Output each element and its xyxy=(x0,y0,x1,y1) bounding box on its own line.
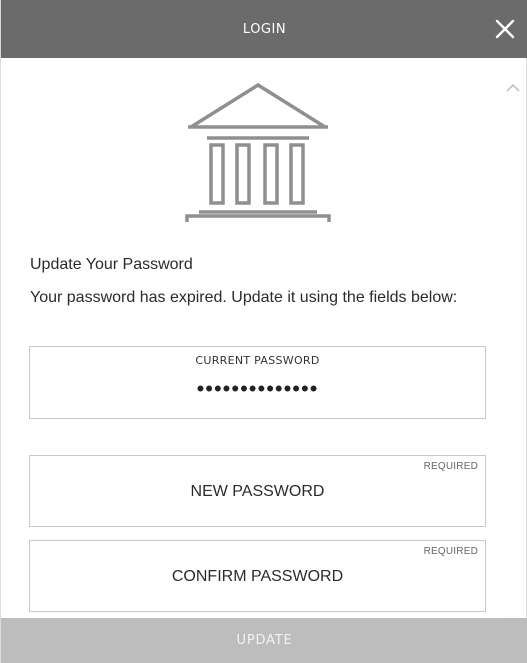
update-button[interactable]: UPDATE xyxy=(1,618,527,663)
dialog-title: LOGIN xyxy=(242,21,287,37)
dialog-titlebar: LOGIN xyxy=(1,0,527,58)
bank-building-icon xyxy=(185,82,331,222)
current-password-value: •••••••••••••• xyxy=(196,376,319,401)
close-button[interactable] xyxy=(492,16,518,42)
new-password-field[interactable]: REQUIRED NEW PASSWORD xyxy=(29,455,486,527)
form-heading: Update Your Password xyxy=(30,256,193,273)
chevron-up-icon xyxy=(506,83,520,92)
confirm-password-field[interactable]: REQUIRED CONFIRM PASSWORD xyxy=(29,540,486,612)
current-password-label: CURRENT PASSWORD xyxy=(195,354,320,367)
dialog-content: Update Your Password Your password has e… xyxy=(1,58,527,618)
confirm-password-placeholder: CONFIRM PASSWORD xyxy=(171,568,344,585)
form-description: Your password has expired. Update it usi… xyxy=(30,289,458,306)
login-dialog: LOGIN Update Your Password Your password… xyxy=(0,0,527,663)
scroll-up-button[interactable] xyxy=(505,80,521,96)
confirm-password-required-label: REQUIRED xyxy=(423,546,478,557)
current-password-field[interactable]: CURRENT PASSWORD •••••••••••••• xyxy=(29,346,486,419)
new-password-placeholder: NEW PASSWORD xyxy=(190,483,325,500)
close-icon xyxy=(495,19,515,39)
new-password-required-label: REQUIRED xyxy=(423,461,478,472)
